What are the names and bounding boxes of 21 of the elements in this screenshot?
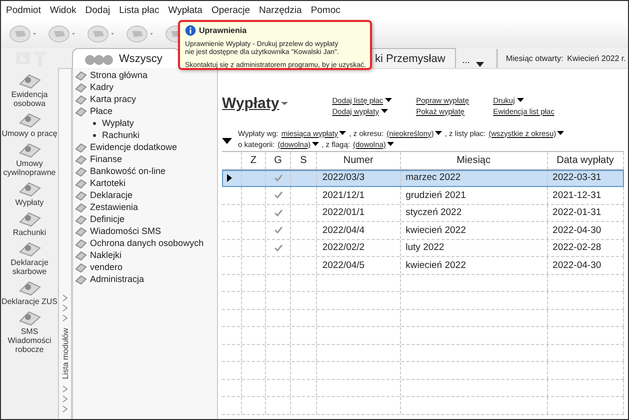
- table-cell: 2022-04-30: [548, 257, 624, 274]
- table-cell: grudzień 2021: [400, 187, 548, 204]
- table-cell: 2022-02-28: [548, 240, 624, 256]
- table-cell: 2022-04-30: [548, 222, 624, 238]
- table-cell: luty 2022: [400, 240, 548, 256]
- table-cell: styczeń 2022: [400, 204, 548, 221]
- table-cell: 2021-12-31: [548, 187, 624, 204]
- table-cell: 2022/02/2: [317, 240, 401, 256]
- table-cell: 2022/04/4: [317, 222, 401, 238]
- table-cell: marzec 2022: [400, 170, 548, 186]
- table-cell: kwiecień 2022: [400, 257, 548, 274]
- table-cell: 2022/01/1: [317, 204, 401, 221]
- tooltip-title: Uprawnienia: [199, 26, 247, 35]
- table-cell: 2022-01-31: [548, 204, 624, 221]
- table-cell: 2021/12/1: [317, 187, 401, 204]
- table-cell: 2022/04/5: [317, 257, 401, 274]
- table-cell: kwiecień 2022: [400, 222, 548, 238]
- table-cell: 2022/03/3: [317, 170, 401, 186]
- month-label: Miesiąc otwarty:: [506, 54, 564, 63]
- table-cell: 2022-03-31: [548, 170, 624, 186]
- month-value: Kwiecień 2022 r.: [567, 54, 626, 63]
